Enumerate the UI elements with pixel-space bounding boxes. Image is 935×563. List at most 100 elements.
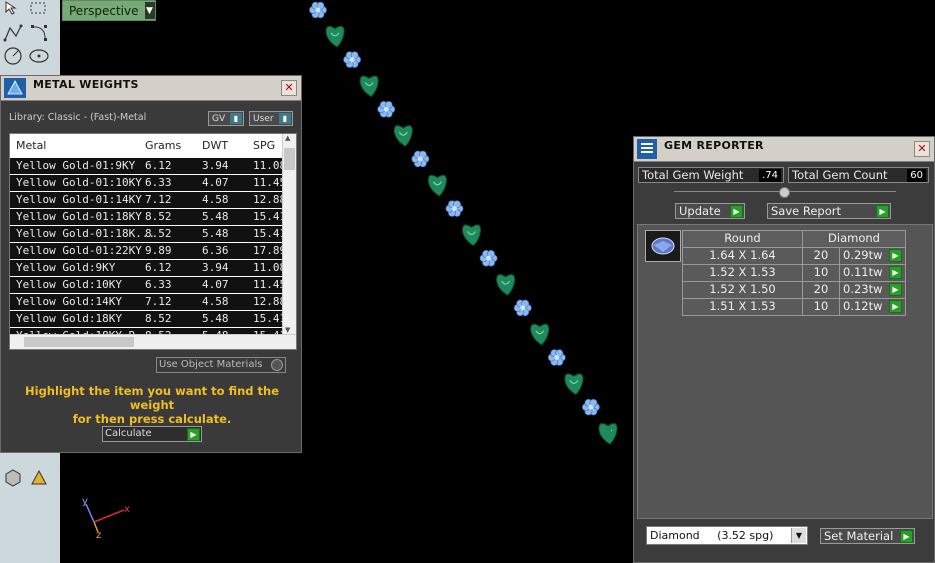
instruction-text: Highlight the item you want to find the …	[11, 384, 293, 426]
table-row[interactable]: Yellow Gold-01:9KY 6.12 3.94 11.08	[10, 158, 286, 175]
library-label: Library: Classic - (Fast)-Metal	[9, 112, 147, 123]
hscroll-thumb[interactable]	[24, 337, 134, 347]
bracelet-model[interactable]	[290, 0, 630, 450]
save-report-button[interactable]: Save Report ▶	[767, 203, 891, 219]
gem-reporter-window: GEM REPORTER ✕ Total Gem Weight .74 Tota…	[633, 136, 935, 563]
material-selected-value: Diamond (3.52 spg)	[650, 529, 774, 542]
metal-table-vscroll[interactable]: ▲ ▼	[282, 134, 296, 334]
total-gem-weight: Total Gem Weight .74	[638, 167, 784, 183]
table-row[interactable]: Yellow Gold-01:22KY 9.89 6.36 17.89	[10, 243, 286, 260]
prism-primitive-icon[interactable]	[28, 466, 50, 488]
play-arrow-icon[interactable]: ▶	[876, 205, 889, 218]
total-gem-count-value: 60	[907, 169, 926, 182]
gem-weight-cell: 0.12tw	[843, 299, 883, 313]
gem-table[interactable]: Round Diamond 1.64 X 1.64 20 0.29tw ▶ 1.52 X…	[682, 230, 906, 316]
user-toggle-icon[interactable]: ▮	[279, 113, 291, 124]
chevron-down-icon[interactable]: ▼	[144, 2, 155, 19]
table-row[interactable]: Yellow Gold-01:14KY 7.12 4.58 12.88	[10, 192, 286, 209]
heart-link	[496, 274, 516, 296]
play-arrow-icon[interactable]: ▶	[900, 530, 913, 543]
play-arrow-icon[interactable]: ▶	[889, 283, 902, 296]
close-icon[interactable]: ✕	[281, 80, 297, 96]
play-arrow-icon[interactable]: ▶	[889, 249, 902, 262]
gem-count-cell: 10	[813, 265, 829, 279]
polyline-icon[interactable]	[2, 22, 24, 44]
scroll-thumb[interactable]	[284, 148, 295, 170]
play-arrow-icon[interactable]: ▶	[187, 428, 200, 441]
gem-row[interactable]: 1.51 X 1.53 10 0.12tw ▶	[682, 299, 906, 316]
gem-row[interactable]: 1.52 X 1.50 20 0.23tw ▶	[682, 282, 906, 299]
metal-table[interactable]: Metal Grams DWT SPG Yellow Gold-01:9KY 6.…	[9, 133, 297, 350]
metal-cell: Yellow Gold-01:22KY	[16, 244, 142, 257]
calculate-button[interactable]: Calculate ▶	[102, 426, 202, 442]
table-row[interactable]: Yellow Gold:14KY 7.12 4.58 12.88	[10, 294, 286, 311]
update-button[interactable]: Update ▶	[675, 203, 745, 219]
gem-row[interactable]: 1.64 X 1.64 20 0.29tw ▶	[682, 248, 906, 265]
gem-reporter-titlebar[interactable]: GEM REPORTER ✕	[634, 137, 934, 162]
gem-size-cell: 1.51 X 1.53	[709, 299, 776, 313]
table-row[interactable]: Yellow Gold-01:10KY 6.33 4.07 11.45	[10, 175, 286, 192]
gem-flower	[547, 349, 566, 366]
grams-cell: 6.12	[145, 159, 172, 172]
table-row[interactable]: Yellow Gold:10KY 6.33 4.07 11.45	[10, 277, 286, 294]
gem-table-header: Round Diamond	[682, 230, 906, 248]
ellipse-icon[interactable]	[28, 44, 50, 66]
dwt-cell: 4.58	[202, 295, 229, 308]
gem-reporter-title: GEM REPORTER	[664, 139, 764, 152]
material-select[interactable]: Diamond (3.52 spg) ▼	[646, 526, 808, 545]
select-box-icon[interactable]	[28, 0, 50, 22]
set-material-button[interactable]: Set Material ▶	[820, 528, 915, 544]
close-icon[interactable]: ✕	[914, 141, 930, 157]
gem-count-cell: 10	[813, 299, 829, 313]
grams-cell: 8.52	[145, 312, 172, 325]
metal-weights-icon	[4, 78, 26, 98]
chevron-down-icon[interactable]: ▼	[791, 528, 806, 543]
column-header-grams[interactable]: Grams	[145, 139, 181, 152]
metal-table-hscroll[interactable]	[10, 334, 296, 349]
metal-cell: Yellow Gold-01:18KY	[16, 210, 142, 223]
column-header-metal[interactable]: Metal	[16, 139, 46, 152]
use-object-materials-option[interactable]: Use Object Materials	[156, 357, 286, 373]
gv-toggle-icon[interactable]: ▮	[230, 113, 242, 124]
set-material-label: Set Material	[824, 529, 894, 543]
user-label: User	[253, 113, 274, 124]
gem-size-cell: 1.64 X 1.64	[709, 248, 776, 262]
metal-cell: Yellow Gold:9KY	[16, 261, 116, 274]
gem-row[interactable]: 1.52 X 1.53 10 0.11tw ▶	[682, 265, 906, 282]
metal-weights-titlebar[interactable]: METAL WEIGHTS ✕	[1, 76, 301, 101]
gem-flower	[479, 250, 498, 267]
viewport-perspective-tab[interactable]: Perspective ▼	[62, 0, 156, 21]
metal-table-header: Metal Grams DWT SPG	[10, 134, 282, 158]
gem-size-cell: 1.52 X 1.50	[709, 282, 776, 296]
user-toggle[interactable]: User ▮	[249, 111, 293, 126]
round-diamond-icon[interactable]	[645, 230, 681, 262]
splitter-handle-icon[interactable]	[779, 187, 790, 198]
table-row[interactable]: Yellow Gold:9KY 6.12 3.94 11.08	[10, 260, 286, 277]
table-row[interactable]: Yellow Gold-01:18KY 8.52 5.48 15.41	[10, 209, 286, 226]
scroll-down-icon[interactable]: ▼	[285, 326, 290, 334]
dwt-cell: 3.94	[202, 159, 229, 172]
play-arrow-icon[interactable]: ▶	[889, 266, 902, 279]
circle-icon[interactable]	[2, 44, 24, 66]
gv-toggle[interactable]: GV ▮	[208, 111, 244, 126]
table-row[interactable]: Yellow Gold:18KY 8.52 5.48 15.41	[10, 311, 286, 328]
gem-list-panel: Round Diamond 1.64 X 1.64 20 0.29tw ▶ 1.52 X…	[637, 224, 933, 519]
gem-count-cell: 20	[813, 282, 829, 296]
header-shape: Round	[724, 231, 761, 245]
curve-points-icon[interactable]	[28, 22, 50, 44]
radio-icon[interactable]	[271, 359, 283, 371]
gem-flower	[309, 1, 327, 19]
cell-divider	[839, 299, 840, 315]
box-primitive-icon[interactable]	[2, 466, 24, 488]
gem-weight-cell: 0.23tw	[843, 282, 883, 296]
metal-cell: Yellow Gold:18KY	[16, 312, 122, 325]
scroll-up-icon[interactable]: ▲	[285, 134, 290, 142]
select-pointer-icon[interactable]	[2, 0, 24, 22]
gem-reporter-icon	[637, 139, 657, 159]
column-header-dwt[interactable]: DWT	[202, 139, 228, 152]
play-arrow-icon[interactable]: ▶	[730, 205, 743, 218]
column-header-spg[interactable]: SPG	[253, 139, 275, 152]
grams-cell: 7.12	[145, 193, 172, 206]
play-arrow-icon[interactable]: ▶	[889, 300, 902, 313]
table-row[interactable]: Yellow Gold-01:18K... 8.52 5.48 15.41	[10, 226, 286, 243]
